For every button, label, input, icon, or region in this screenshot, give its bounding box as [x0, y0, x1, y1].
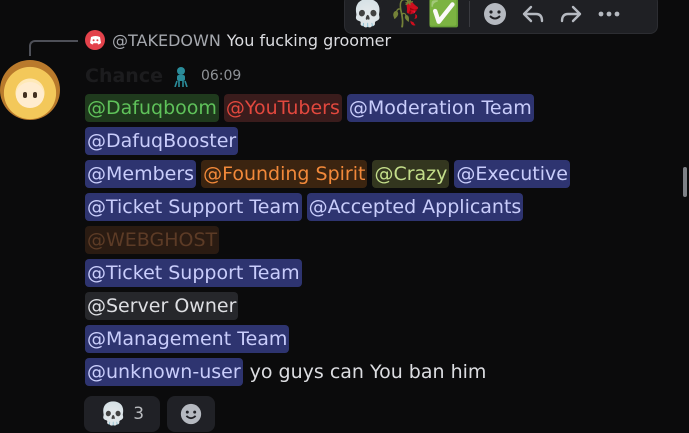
reply-text: You fucking groomer: [226, 30, 392, 50]
message-line: @Ticket Support Team @Accepted Applicants: [85, 193, 528, 221]
message-header: Chance 06:09: [85, 64, 241, 88]
message-line: @Dafuqboom @YouTubers @Moderation Team: [85, 94, 539, 122]
more-options-button[interactable]: [590, 0, 628, 33]
message-line: @Ticket Support Team: [85, 259, 307, 287]
reaction-count: 3: [133, 404, 145, 424]
role-mention[interactable]: @Crazy: [372, 160, 450, 188]
avatar[interactable]: [0, 60, 60, 120]
reply-preview[interactable]: @TAKEDOWN You fucking groomer: [85, 29, 391, 51]
role-mention[interactable]: @Members: [85, 160, 197, 188]
message-line: @Members @Founding Spirit @Crazy @Executive: [85, 160, 575, 188]
add-reaction-pill[interactable]: [167, 396, 215, 432]
forward-button[interactable]: [552, 0, 590, 33]
skull-icon: 💀: [99, 401, 128, 427]
timestamp: 06:09: [200, 68, 242, 84]
role-mention[interactable]: @Executive: [454, 160, 570, 188]
role-mention[interactable]: @YouTubers: [223, 94, 342, 122]
message-actions-toolbar: 💀 🥀 ✅: [344, 0, 658, 34]
role-mention[interactable]: @DafuqBooster: [85, 127, 239, 155]
check-reaction-button[interactable]: ✅: [425, 0, 463, 33]
add-reaction-icon: [484, 3, 506, 25]
author-name[interactable]: Chance: [85, 65, 163, 87]
message-line: @Management Team: [85, 325, 294, 353]
avatar-eye: [33, 92, 37, 98]
role-mention[interactable]: @Accepted Applicants: [306, 193, 524, 221]
skull-reaction-pill[interactable]: 💀 3: [84, 396, 160, 432]
message-line: @WEBGHOST: [85, 226, 224, 254]
more-icon: [598, 11, 620, 17]
role-icon: [171, 65, 191, 87]
avatar-eye: [23, 92, 27, 98]
role-mention[interactable]: @Ticket Support Team: [85, 193, 302, 221]
role-mention[interactable]: @Ticket Support Team: [85, 259, 302, 287]
rose-reaction-button[interactable]: 🥀: [387, 0, 425, 33]
reply-author[interactable]: @TAKEDOWN: [112, 31, 221, 50]
scrollbar-thumb[interactable]: [683, 167, 687, 197]
role-mention[interactable]: @Dafuqboom: [85, 94, 219, 122]
reply-button[interactable]: [514, 0, 552, 33]
role-mention[interactable]: @Management Team: [85, 325, 290, 353]
discord-logo-icon: [85, 30, 105, 50]
message-text: yo guys can You ban him: [249, 361, 487, 383]
message-line: @DafuqBooster: [85, 127, 243, 155]
add-reaction-icon: [180, 403, 202, 425]
toolbar-divider: [469, 1, 470, 27]
add-reaction-button[interactable]: [476, 0, 514, 33]
rose-icon: 🥀: [389, 0, 423, 29]
forward-icon: [560, 5, 582, 23]
role-mention[interactable]: @unknown-user: [85, 358, 243, 386]
skull-icon: 💀: [351, 0, 385, 29]
check-mark-icon: ✅: [427, 0, 461, 29]
avatar-face: [16, 82, 44, 108]
message-line: @unknown-user yo guys can You ban him: [85, 358, 486, 386]
role-mention[interactable]: @WEBGHOST: [85, 226, 220, 254]
role-mention[interactable]: @Moderation Team: [346, 94, 534, 122]
role-mention[interactable]: @Server Owner: [85, 292, 239, 320]
reply-icon: [522, 5, 544, 23]
reply-spine: [29, 40, 78, 56]
message-line: @Server Owner: [85, 292, 243, 320]
role-mention[interactable]: @Founding Spirit: [201, 160, 368, 188]
